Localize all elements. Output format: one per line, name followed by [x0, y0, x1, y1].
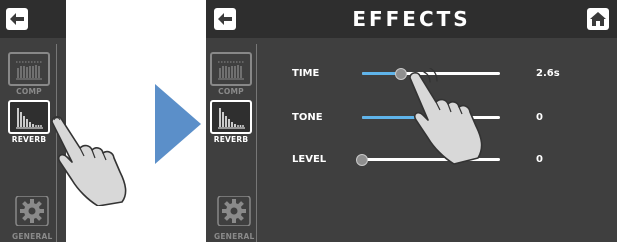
param-value-level: 0: [536, 154, 543, 165]
param-label-tone: TONE: [292, 112, 323, 123]
sidebar-item-label: GENERAL: [12, 232, 53, 241]
reverb-bars-icon: [210, 100, 252, 134]
sidebar-item-general[interactable]: GENERAL: [12, 196, 52, 241]
slider-fill: [362, 116, 431, 119]
back-button[interactable]: [6, 8, 28, 30]
param-value-tone: 0: [536, 112, 543, 123]
param-label-level: LEVEL: [292, 154, 327, 165]
gear-icon: [217, 196, 251, 230]
sidebar-item-label: GENERAL: [214, 232, 255, 241]
effects-screen: EFFECTS COMP REVERB GENERAL TIME 2.6s TO…: [206, 0, 617, 242]
sidebar-item-label: COMP: [218, 87, 244, 96]
home-button[interactable]: [587, 8, 609, 30]
sidebar-item-label: REVERB: [11, 135, 47, 144]
sidebar-item-label: COMP: [16, 87, 42, 96]
sidebar-divider: [256, 44, 257, 242]
comp-meter-icon: [210, 52, 252, 86]
next-step-arrow-icon: [155, 84, 201, 164]
sidebar-item-label: REVERB: [213, 135, 249, 144]
sidebar-divider: [56, 44, 57, 242]
zoomed-sidebar-panel: COMP REVERB GENERAL: [0, 0, 66, 242]
slider-knob[interactable]: [356, 154, 368, 166]
back-arrow-icon: [10, 13, 24, 25]
sidebar-item-comp[interactable]: COMP: [8, 52, 50, 96]
sidebar-item-general[interactable]: GENERAL: [214, 196, 254, 241]
param-label-time: TIME: [292, 68, 320, 79]
slider-track: [362, 158, 500, 161]
sidebar-item-comp[interactable]: COMP: [210, 52, 252, 96]
gear-icon: [15, 196, 49, 230]
reverb-bars-icon: [8, 100, 50, 134]
comp-meter-icon: [8, 52, 50, 86]
level-slider[interactable]: [356, 154, 500, 166]
manual-illustration: COMP REVERB GENERAL EFFECTS COMP REVERB …: [0, 0, 617, 242]
tone-slider[interactable]: [362, 112, 500, 124]
time-slider[interactable]: [362, 68, 500, 80]
slider-knob[interactable]: [394, 68, 407, 80]
slider-knob[interactable]: [425, 112, 437, 124]
sidebar-item-reverb[interactable]: REVERB: [8, 100, 50, 144]
page-title: EFFECTS: [352, 7, 471, 31]
param-value-time: 2.6s: [536, 68, 560, 79]
sidebar-item-reverb[interactable]: REVERB: [210, 100, 252, 144]
home-icon: [590, 12, 606, 26]
